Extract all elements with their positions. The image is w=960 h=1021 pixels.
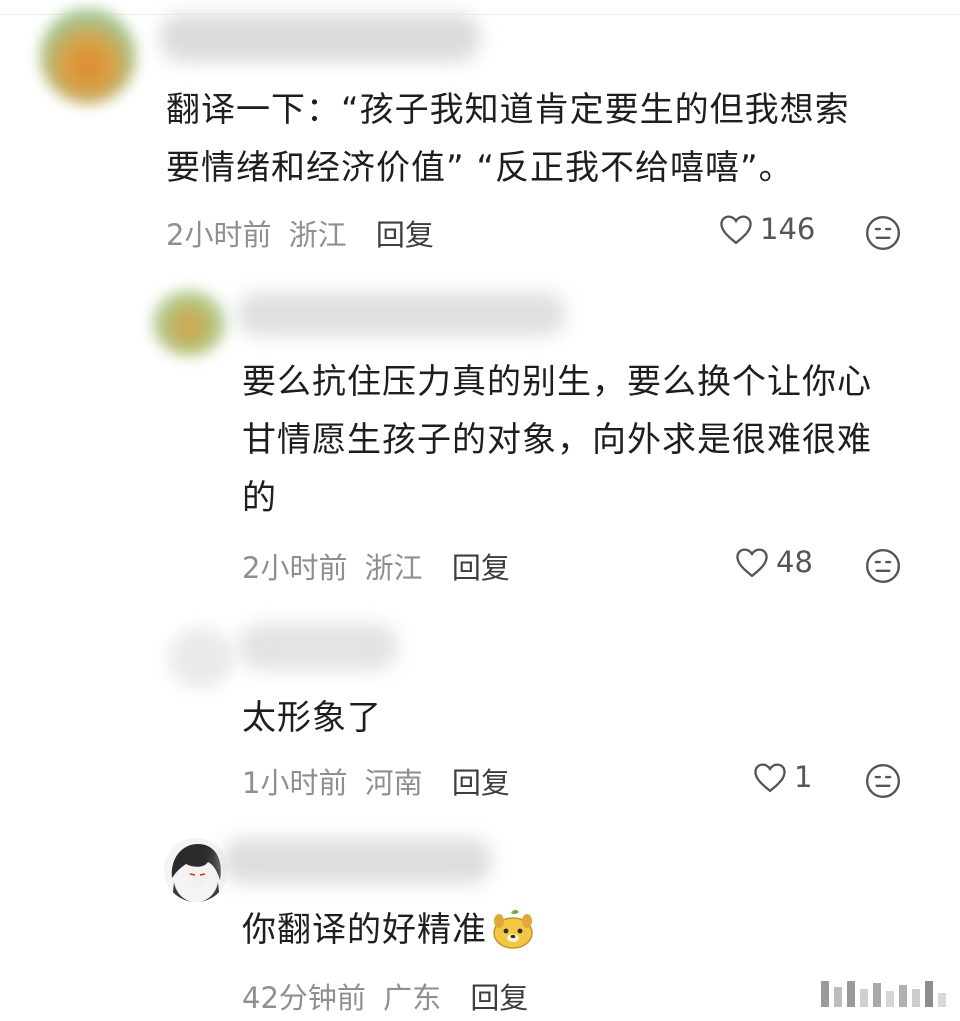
dislike-button[interactable] [864, 762, 902, 804]
dislike-button[interactable] [864, 547, 902, 589]
meh-face-icon [865, 215, 901, 251]
comment-time: 2小时前 [166, 218, 272, 252]
heart-icon [754, 763, 786, 793]
avatar[interactable] [166, 626, 236, 690]
meh-face-icon [865, 548, 901, 584]
comment-location: 河南 [364, 766, 423, 800]
comment-time: 2小时前 [242, 551, 348, 585]
watermark [821, 981, 946, 1007]
avatar[interactable] [40, 8, 136, 104]
like-count: 1 [794, 760, 813, 794]
comment-location: 广东 [383, 981, 442, 1015]
reply-button[interactable]: 回复 [452, 551, 510, 585]
comment-location: 浙江 [364, 551, 423, 585]
comment-text-line: 太形象了 [242, 698, 382, 738]
username-blurred[interactable] [238, 624, 398, 670]
like-count: 48 [776, 545, 813, 579]
comment-text-line: 要情绪和经济价值” “反正我不给嘻嘻”。 [166, 148, 794, 188]
avatar[interactable] [164, 838, 228, 902]
heart-icon [720, 215, 752, 245]
reply-button[interactable]: 回复 [376, 218, 434, 252]
comment-time: 1小时前 [242, 766, 348, 800]
like-button[interactable]: 48 [734, 545, 813, 579]
comment-text-line: 要么抗住压力真的别生，要么换个让你心 [242, 362, 872, 402]
comment-text-line: 甘情愿生孩子的对象，向外求是很难很难 [242, 420, 872, 460]
dislike-button[interactable] [864, 214, 902, 256]
reply-button[interactable]: 回复 [452, 766, 510, 800]
comment-meta: 2小时前 浙江 回复 [166, 212, 434, 254]
comment-location: 浙江 [288, 218, 347, 252]
like-count: 146 [760, 212, 816, 246]
comment-meta: 42分钟前 广东 回复 [242, 975, 528, 1017]
username-blurred[interactable] [222, 838, 492, 884]
username-blurred[interactable] [160, 14, 480, 62]
like-button[interactable]: 146 [718, 212, 815, 246]
heart-icon [736, 548, 768, 578]
reply-button[interactable]: 回复 [470, 981, 528, 1015]
comment-text-line: 翻译一下：“孩子我知道肯定要生的但我想索 [166, 90, 850, 130]
comment-meta: 2小时前 浙江 回复 [242, 545, 510, 587]
avatar[interactable] [152, 290, 226, 356]
meh-face-icon [865, 763, 901, 799]
dog-emoji-icon [491, 909, 535, 966]
anime-character-avatar-icon [164, 838, 228, 902]
comment-time: 42分钟前 [242, 981, 366, 1015]
like-button[interactable]: 1 [752, 760, 812, 794]
comment-text: 你翻译的好精准 [242, 910, 487, 950]
comment-meta: 1小时前 河南 回复 [242, 760, 510, 802]
top-divider [0, 14, 960, 15]
username-blurred[interactable] [236, 292, 566, 336]
comment-text-line: 的 [242, 478, 277, 518]
comment-text-line: 你翻译的好精准 [242, 902, 535, 966]
